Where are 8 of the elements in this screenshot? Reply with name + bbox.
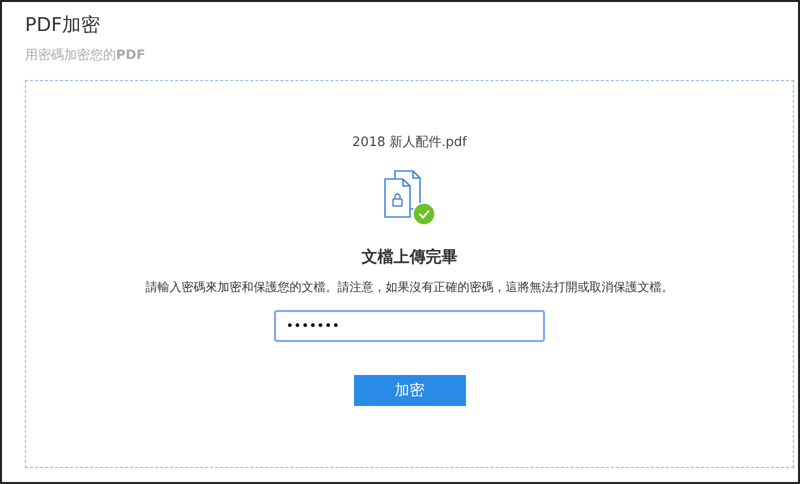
page-title: PDF加密 xyxy=(25,13,102,38)
password-field[interactable]: ••••••• xyxy=(274,310,545,342)
file-name: 2018 新人配件.pdf xyxy=(352,134,467,151)
encrypt-button[interactable]: 加密 xyxy=(354,375,466,406)
instructions-text: 請輸入密碼來加密和保護您的文檔。請注意，如果沒有正確的密碼，這將無法打開或取消保護文檔。 xyxy=(146,279,674,296)
upload-status: 文檔上傳完畢 xyxy=(362,247,458,268)
page-subtitle: 用密碼加密您的PDF xyxy=(25,47,146,64)
locked-document-icon xyxy=(382,169,436,227)
